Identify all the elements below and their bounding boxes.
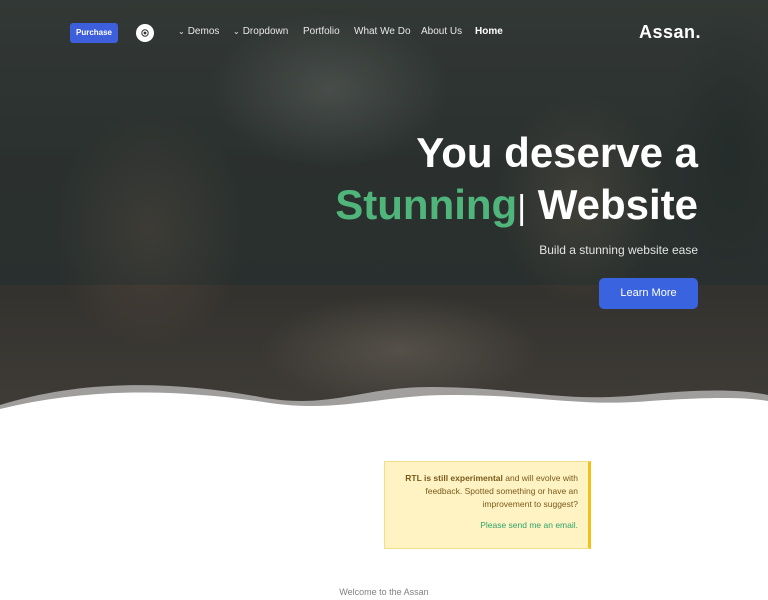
nav-item-label: Home xyxy=(475,26,503,37)
nav-item-what-we-do[interactable]: What We Do xyxy=(354,26,411,37)
hero-title-accent: Stunning xyxy=(335,181,518,228)
nav-item-demos[interactable]: ⌄ Demos xyxy=(178,26,219,37)
learn-more-button[interactable]: Learn More xyxy=(599,278,698,309)
hero-title-line2: Stunning| Website xyxy=(335,180,698,233)
nav-item-home[interactable]: Home xyxy=(475,26,503,37)
chevron-down-icon: ⌄ xyxy=(233,27,240,36)
top-navbar: Purchase ⌄ Demos ⌄ Dropdown Portfolio Wh… xyxy=(0,0,768,64)
chevron-down-icon: ⌄ xyxy=(178,27,185,36)
hero-title-line1: You deserve a xyxy=(416,129,698,176)
typing-cursor: | xyxy=(517,189,527,227)
purchase-button[interactable]: Purchase xyxy=(70,23,118,43)
hero-wave-divider xyxy=(0,385,768,410)
alert-message: RTL is still experimental and will evolv… xyxy=(395,472,578,511)
nav-item-portfolio[interactable]: Portfolio xyxy=(303,26,340,37)
nav-item-label: Dropdown xyxy=(242,26,289,37)
hero-title-rest: Website xyxy=(526,181,698,228)
alert-email-link[interactable]: Please send me an email. xyxy=(395,520,578,530)
nav-item-label: Portfolio xyxy=(303,26,340,37)
theme-toggle-button[interactable] xyxy=(136,24,154,42)
nav-item-about-us[interactable]: About Us xyxy=(421,26,462,37)
nav-item-label: Demos xyxy=(187,26,220,37)
alert-strong-text: RTL is still experimental xyxy=(405,473,503,483)
nav-item-dropdown[interactable]: ⌄ Dropdown xyxy=(233,26,288,37)
nav-item-label: What We Do xyxy=(354,26,411,37)
nav-item-label: About Us xyxy=(421,26,463,37)
sun-icon xyxy=(141,29,149,37)
hero-subtitle: Build a stunning website ease xyxy=(539,243,698,257)
site-logo[interactable]: Assan. xyxy=(639,22,701,43)
rtl-warning-alert: RTL is still experimental and will evolv… xyxy=(384,461,591,549)
welcome-heading: Welcome to the Assan xyxy=(339,587,429,597)
